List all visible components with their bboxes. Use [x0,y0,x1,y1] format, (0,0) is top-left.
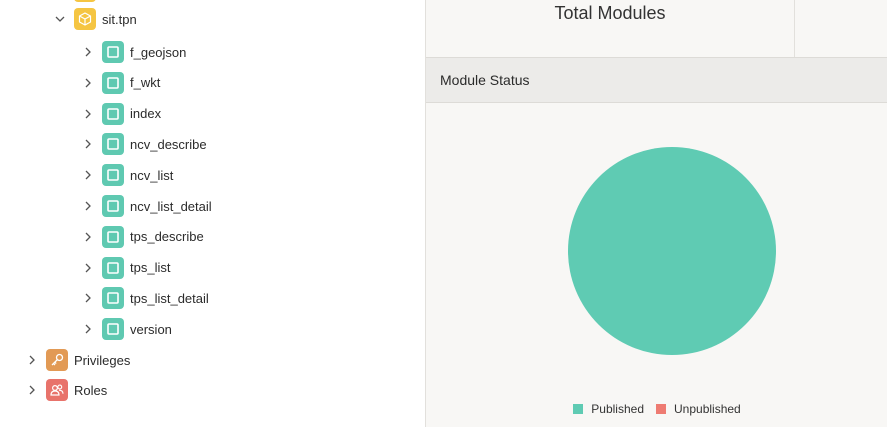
tree-node-module[interactable]: ncv_list_detail [80,192,212,220]
schema-node-stub [74,0,96,2]
tree-node-label: Roles [74,382,108,398]
tree-node-module[interactable]: tps_describe [80,223,204,251]
chevron-right-icon[interactable] [80,44,96,60]
tree-node-label: sit.tpn [102,11,137,27]
tree-node-label: Privileges [74,352,131,368]
tree-node-module[interactable]: f_geojson [80,38,186,66]
tree-node-module[interactable]: version [80,315,172,343]
tree-node-label: ncv_list_detail [130,198,212,214]
object-tree: sit.tpn f_geojson f_wktindex ncv_describen… [0,0,425,427]
module-status-title: Module Status [440,72,530,88]
tree-node-schema[interactable]: sit.tpn [52,5,137,33]
tree-node-module[interactable]: ncv_list [80,161,173,189]
module-icon [102,71,124,94]
tree-node-module[interactable]: f_wkt [80,69,160,97]
module-icon [102,133,124,156]
chevron-right-icon[interactable] [80,290,96,306]
tree-node-module[interactable]: ncv_describe [80,130,207,158]
tree-node-label: f_geojson [130,44,187,60]
pie-slice-published[interactable] [568,147,776,355]
users-icon [46,379,68,401]
chart-legend: Published Unpublished [426,402,887,416]
chevron-right-icon[interactable] [80,106,96,122]
chevron-right-icon[interactable] [80,229,96,245]
tree-node-label: index [130,106,162,122]
module-icon [102,164,124,187]
total-modules-title: Total Modules [554,3,666,23]
chevron-right-icon[interactable] [80,75,96,91]
legend-item-published[interactable]: Published [573,402,644,416]
legend-item-unpublished[interactable]: Unpublished [656,402,741,416]
schema-cube-icon [74,8,96,30]
tree-node-label: ncv_describe [130,136,207,152]
legend-label: Published [591,402,644,416]
module-status-chart [426,103,887,427]
module-icon [102,195,124,217]
module-icon [102,287,124,310]
tree-node-module[interactable]: tps_list_detail [80,284,209,312]
chevron-right-icon[interactable] [80,321,96,337]
key-icon [46,349,68,371]
chevron-right-icon[interactable] [80,198,96,214]
tree-node-label: ncv_list [130,167,174,183]
tree-node-label: tps_list_detail [130,290,209,306]
chevron-right-icon[interactable] [80,136,96,152]
total-modules-card: Total Modules [426,0,795,57]
legend-swatch [573,404,584,414]
tree-node-label: f_wkt [130,75,161,91]
module-status-header: Module Status [426,57,887,103]
chevron-right-icon[interactable] [24,382,40,398]
tree-node-label: tps_list [130,260,171,276]
tree-node-module[interactable]: tps_list [80,254,170,282]
module-icon [102,256,124,279]
legend-swatch [656,404,666,414]
module-icon [102,41,124,63]
tree-node-label: tps_describe [130,229,204,245]
module-icon [102,102,124,125]
dashboard-panel: Total Modules Module Status Published Unp… [425,0,887,427]
tree-node-label: version [130,321,172,337]
chevron-down-icon[interactable] [52,11,68,27]
legend-label: Unpublished [674,402,741,416]
module-icon [102,318,124,341]
module-icon [102,225,124,248]
chevron-right-icon[interactable] [80,167,96,183]
pie-chart [568,147,776,355]
tree-node-roles[interactable]: Roles [24,376,107,404]
chevron-right-icon[interactable] [80,260,96,276]
tree-node-privileges[interactable]: Privileges [24,346,130,374]
chevron-right-icon[interactable] [24,352,40,368]
tree-node-module[interactable]: index [80,100,161,128]
